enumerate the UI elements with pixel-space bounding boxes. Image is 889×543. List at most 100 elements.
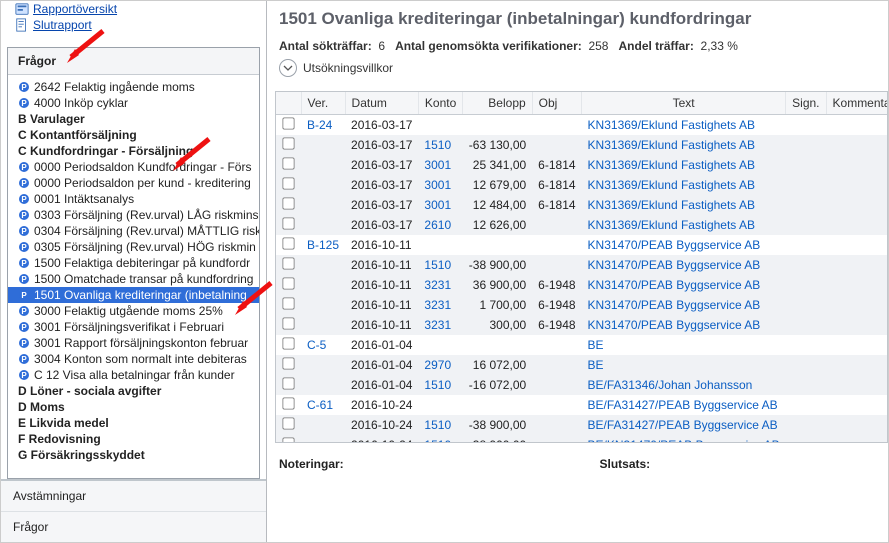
ver-link[interactable]: B-24 (307, 118, 332, 132)
tree-item[interactable]: P0000 Periodsaldon Kundfordringar - Förs (8, 159, 259, 175)
table-row[interactable]: 2016-10-113231300,006-1948KN31470/PEAB B… (276, 315, 888, 335)
row-checkbox[interactable] (282, 257, 294, 269)
konto-link[interactable]: 1510 (424, 258, 451, 272)
row-checkbox[interactable] (282, 157, 294, 169)
table-row[interactable]: 2016-03-17261012 626,00KN31369/Eklund Fa… (276, 215, 888, 235)
text-link[interactable]: KN31369/Eklund Fastighets AB (588, 178, 755, 192)
col-konto[interactable]: Konto (418, 92, 462, 115)
tree-category[interactable]: C Kontantförsäljning (8, 127, 259, 143)
table-row[interactable]: 2016-01-04297016 072,00BE (276, 355, 888, 375)
tree-item[interactable]: PC 12 Visa alla betalningar från kunder (8, 367, 259, 383)
link-slutrapport-label[interactable]: Slutrapport (33, 18, 92, 32)
tree-item[interactable]: P1500 Felaktiga debiteringar på kundford… (8, 255, 259, 271)
table-row[interactable]: 2016-03-17300125 341,006-1814KN31369/Ekl… (276, 155, 888, 175)
konto-link[interactable]: 3001 (424, 178, 451, 192)
tree-item[interactable]: P1500 Omatchade transar på kundfordring (8, 271, 259, 287)
konto-link[interactable]: 3001 (424, 158, 451, 172)
table-row[interactable]: 2016-10-1132311 700,006-1948KN31470/PEAB… (276, 295, 888, 315)
table-row[interactable]: B-1252016-10-11KN31470/PEAB Byggservice … (276, 235, 888, 255)
results-grid-wrap[interactable]: Ver. Datum Konto Belopp Obj Text Sign. K… (275, 91, 888, 443)
ver-link[interactable]: B-125 (307, 238, 339, 252)
row-checkbox[interactable] (282, 397, 294, 409)
row-checkbox[interactable] (282, 377, 294, 389)
col-obj[interactable]: Obj (532, 92, 581, 115)
konto-link[interactable]: 1510 (424, 378, 451, 392)
tree-category[interactable]: F Redovisning (8, 431, 259, 447)
konto-link[interactable]: 3231 (424, 278, 451, 292)
table-row[interactable]: 2016-03-17300112 484,006-1814KN31369/Ekl… (276, 195, 888, 215)
text-link[interactable]: BE/FA31346/Johan Johansson (588, 378, 753, 392)
table-row[interactable]: 2016-03-171510-63 130,00KN31369/Eklund F… (276, 135, 888, 155)
stack-avstamningar[interactable]: Avstämningar (1, 480, 266, 511)
row-checkbox[interactable] (282, 417, 294, 429)
tree-item[interactable]: P3001 Försäljningsverifikat i Februari (8, 319, 259, 335)
table-row[interactable]: 2016-10-24151038 900,00BE/KN31470/PEAB B… (276, 435, 888, 443)
tree-category[interactable]: E Likvida medel (8, 415, 259, 431)
konto-link[interactable]: 2610 (424, 218, 451, 232)
row-checkbox[interactable] (282, 297, 294, 309)
row-checkbox[interactable] (282, 277, 294, 289)
konto-link[interactable]: 2970 (424, 358, 451, 372)
table-row[interactable]: 2016-03-17300112 679,006-1814KN31369/Ekl… (276, 175, 888, 195)
text-link[interactable]: KN31369/Eklund Fastighets AB (588, 218, 755, 232)
konto-link[interactable]: 1510 (424, 138, 451, 152)
row-checkbox[interactable] (282, 117, 294, 129)
col-sign[interactable]: Sign. (786, 92, 826, 115)
table-row[interactable]: 2016-10-241510-38 900,00BE/FA31427/PEAB … (276, 415, 888, 435)
text-link[interactable]: KN31369/Eklund Fastighets AB (588, 158, 755, 172)
table-row[interactable]: C-612016-10-24BE/FA31427/PEAB Byggservic… (276, 395, 888, 415)
stack-fragor[interactable]: Frågor (1, 511, 266, 542)
tree-item[interactable]: P4000 Inköp cyklar (8, 95, 259, 111)
row-checkbox[interactable] (282, 317, 294, 329)
row-checkbox[interactable] (282, 197, 294, 209)
text-link[interactable]: BE/FA31427/PEAB Byggservice AB (588, 418, 778, 432)
table-row[interactable]: 2016-10-111510-38 900,00KN31470/PEAB Byg… (276, 255, 888, 275)
link-slutrapport[interactable]: Slutrapport (7, 17, 260, 33)
text-link[interactable]: KN31470/PEAB Byggservice AB (588, 298, 761, 312)
tree-item[interactable]: P3000 Felaktig utgående moms 25% (8, 303, 259, 319)
text-link[interactable]: KN31369/Eklund Fastighets AB (588, 118, 755, 132)
text-link[interactable]: KN31470/PEAB Byggservice AB (588, 238, 761, 252)
text-link[interactable]: BE (588, 338, 604, 352)
link-rapportoversikt[interactable]: Rapportöversikt (7, 1, 260, 17)
tree-category[interactable]: B Varulager (8, 111, 259, 127)
tree-item[interactable]: P0303 Försäljning (Rev.urval) LÅG riskmi… (8, 207, 259, 223)
konto-link[interactable]: 3001 (424, 198, 451, 212)
konto-link[interactable]: 1510 (424, 418, 451, 432)
text-link[interactable]: BE (588, 358, 604, 372)
col-text[interactable]: Text (582, 92, 786, 115)
tree-item[interactable]: P0304 Försäljning (Rev.urval) MÅTTLIG ri… (8, 223, 259, 239)
text-link[interactable]: BE/FA31427/PEAB Byggservice AB (588, 398, 778, 412)
tree-category[interactable]: G Försäkringsskyddet (8, 447, 259, 463)
tree-item[interactable]: P3004 Konton som normalt inte debiteras (8, 351, 259, 367)
table-row[interactable]: C-52016-01-04BE (276, 335, 888, 355)
tree-item[interactable]: P0305 Försäljning (Rev.urval) HÖG riskmi… (8, 239, 259, 255)
fragor-tree[interactable]: P2642 Felaktig ingående momsP4000 Inköp … (8, 75, 259, 478)
row-checkbox[interactable] (282, 177, 294, 189)
konto-link[interactable]: 3231 (424, 298, 451, 312)
text-link[interactable]: KN31470/PEAB Byggservice AB (588, 318, 761, 332)
col-datum[interactable]: Datum (345, 92, 418, 115)
ver-link[interactable]: C-61 (307, 398, 333, 412)
table-row[interactable]: B-242016-03-17KN31369/Eklund Fastighets … (276, 115, 888, 136)
tree-category[interactable]: D Löner - sociala avgifter (8, 383, 259, 399)
text-link[interactable]: KN31470/PEAB Byggservice AB (588, 278, 761, 292)
link-rapportoversikt-label[interactable]: Rapportöversikt (33, 2, 117, 16)
search-conditions-toggle[interactable]: Utsökningsvillkor (275, 59, 888, 87)
table-row[interactable]: 2016-10-11323136 900,006-1948KN31470/PEA… (276, 275, 888, 295)
row-checkbox[interactable] (282, 217, 294, 229)
row-checkbox[interactable] (282, 237, 294, 249)
col-checkbox[interactable] (276, 92, 301, 115)
tree-item[interactable]: P0001 Intäktsanalys (8, 191, 259, 207)
table-row[interactable]: 2016-01-041510-16 072,00BE/FA31346/Johan… (276, 375, 888, 395)
tree-item[interactable]: P1501 Ovanliga krediteringar (inbetalnin… (8, 287, 259, 303)
col-ver[interactable]: Ver. (301, 92, 345, 115)
text-link[interactable]: KN31470/PEAB Byggservice AB (588, 258, 761, 272)
tree-item[interactable]: P2642 Felaktig ingående moms (8, 79, 259, 95)
col-komm[interactable]: Kommentarer (826, 92, 888, 115)
row-checkbox[interactable] (282, 337, 294, 349)
tree-item[interactable]: P0000 Periodsaldon per kund - krediterin… (8, 175, 259, 191)
tree-item[interactable]: P3001 Rapport försäljningskonton februar (8, 335, 259, 351)
ver-link[interactable]: C-5 (307, 338, 326, 352)
row-checkbox[interactable] (282, 357, 294, 369)
